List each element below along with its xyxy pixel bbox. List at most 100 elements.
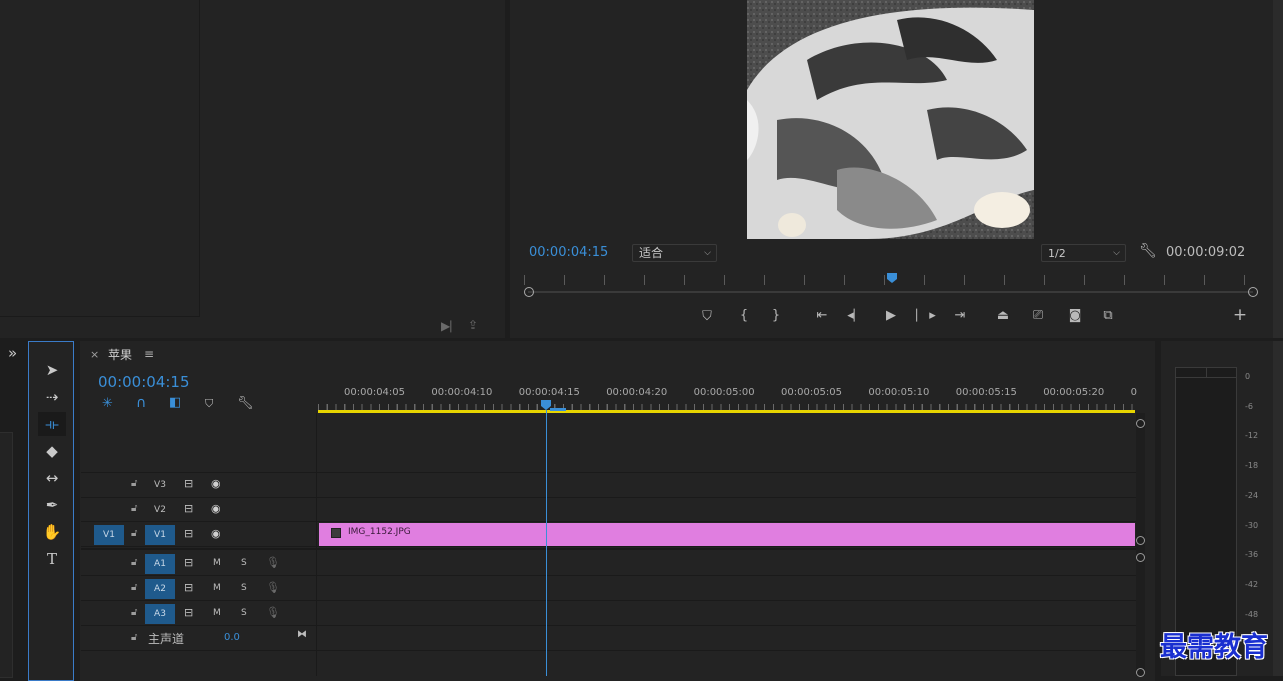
playhead-line[interactable] [546,410,547,676]
chevron-down-icon: ⌵ [1113,248,1120,258]
meter-tick-label: -18 [1245,461,1259,471]
mute-button[interactable]: M [213,583,221,593]
eye-icon[interactable]: ◉ [211,527,221,540]
track-select-tool[interactable]: ⇢ [38,385,66,409]
lock-icon[interactable]: 🔓︎ [131,607,137,618]
mark-out-icon[interactable]: } [768,307,784,325]
solo-button[interactable]: S [241,583,247,593]
go-to-in-icon[interactable]: ⇤ [812,307,832,325]
sync-lock-icon[interactable]: ⊟ [184,502,193,515]
timeline-timecode[interactable]: 00:00:04:15 [98,373,190,391]
ruler-label: 00:00:05:05 [781,387,843,398]
lock-icon[interactable]: 🔓︎ [131,582,137,593]
go-to-end-icon[interactable]: ⧓ [297,629,307,640]
mute-button[interactable]: M [213,558,221,568]
ruler-label: 00:00:05:15 [955,387,1017,398]
meter-divider [1206,367,1207,377]
microphone-icon[interactable]: 🎙︎ [266,606,280,619]
mute-button[interactable]: M [213,608,221,618]
panel-menu-icon[interactable]: ≡ [144,347,154,361]
track-row-a2 [81,576,1136,601]
clip-name: IMG_1152.JPG [348,527,411,537]
step-back-icon[interactable]: ◂⎸ [847,307,867,325]
track-label-a1[interactable]: A1 [145,554,175,574]
vscroll-mid-handle[interactable] [1136,536,1145,545]
add-marker-icon[interactable]: ⛉ [205,397,213,411]
export-icon[interactable]: ⇪ [468,318,478,332]
resolution-value: 1/2 [1048,247,1066,260]
source-patch-v1[interactable]: V1 [94,525,124,545]
timeline-clip[interactable]: IMG_1152.JPG [319,523,1135,546]
linked-selection-icon[interactable]: ◧ [169,395,181,410]
program-duration: 00:00:09:02 [1166,245,1246,260]
eye-icon[interactable]: ◉ [211,502,221,515]
scroll-start-handle[interactable] [524,287,534,297]
hand-tool[interactable]: ✋ [38,520,66,544]
program-timecode[interactable]: 00:00:04:15 [529,245,608,260]
track-label-v3[interactable]: V3 [145,475,175,495]
meter-tick-label: -30 [1245,520,1259,530]
meter-tick-label: 0 [1245,372,1251,381]
vscroll-top-handle[interactable] [1136,419,1145,428]
scroll-end-handle[interactable] [1248,287,1258,297]
settings-wrench-icon[interactable]: 🔧︎ [1139,243,1157,259]
eye-icon[interactable]: ◉ [211,477,221,490]
add-marker-icon[interactable]: ⛉ [698,308,716,326]
resolution-dropdown[interactable]: 1/2 ⌵ [1041,244,1126,262]
lock-icon[interactable]: 🔓︎ [131,528,137,539]
ruler-label: 00:00:05:10 [868,387,930,398]
compare-icon[interactable]: ⧉ [1097,307,1119,325]
sequence-tab[interactable]: 苹果 [108,346,132,363]
sync-lock-icon[interactable]: ⊟ [184,527,193,540]
export-frame-icon[interactable]: ◙ [1065,307,1085,325]
track-label-a3[interactable]: A3 [145,604,175,624]
track-row-a3 [81,601,1136,626]
insert-icon[interactable]: ▶⎸ [441,319,462,334]
zoom-dropdown[interactable]: 适合 ⌵ [632,244,717,262]
lock-icon[interactable]: 🔓︎ [131,632,137,643]
lock-icon[interactable]: 🔓︎ [131,503,137,514]
solo-button[interactable]: S [241,558,247,568]
pen-tool[interactable]: ✒ [38,493,66,517]
type-tool[interactable]: T [38,547,66,571]
left-stub-panel [0,432,13,678]
ruler-label: 00:00:04:10 [431,387,493,398]
lock-icon[interactable]: 🔓︎ [131,478,137,489]
source-panel: ▶⎸ ⇪ [0,0,505,338]
track-label-a2[interactable]: A2 [145,579,175,599]
sync-lock-icon[interactable]: ⊟ [184,477,193,490]
playhead-shadow [550,408,566,411]
meter-tick-label: -6 [1245,401,1253,411]
selection-tool[interactable]: ➤ [38,358,66,382]
razor-tool[interactable]: ◆ [38,439,66,463]
track-label-v2[interactable]: V2 [145,500,175,520]
microphone-icon[interactable]: 🎙︎ [266,556,280,569]
timeline-settings-icon[interactable]: 🔧︎ [237,396,254,411]
extract-icon[interactable]: ⎚ [1027,307,1049,325]
source-monitor-area [0,0,200,317]
program-scroll-track[interactable] [528,291,1253,293]
vscroll-mid-handle-2[interactable] [1136,553,1145,562]
work-area-bar[interactable] [318,410,1135,413]
add-button-icon[interactable]: + [1231,306,1249,324]
sync-lock-icon[interactable]: ⊟ [184,556,193,569]
solo-button[interactable]: S [241,608,247,618]
microphone-icon[interactable]: 🎙︎ [266,581,280,594]
lock-icon[interactable]: 🔓︎ [131,557,137,568]
video-preview-frame [747,0,1034,239]
mark-in-icon[interactable]: { [736,307,752,325]
step-forward-icon[interactable]: ⎸▸ [915,307,937,325]
lift-icon[interactable]: ⏏ [992,307,1014,325]
track-label-v1[interactable]: V1 [145,525,175,545]
play-icon[interactable]: ▶ [881,307,901,325]
expand-panels-button[interactable]: » [8,344,17,362]
go-to-out-icon[interactable]: ⇥ [950,307,970,325]
nest-icon[interactable]: ✳ [102,396,113,411]
close-sequence-button[interactable]: × [90,348,99,361]
ripple-edit-tool[interactable]: ⟛ [38,412,66,436]
master-volume-value[interactable]: 0.0 [224,632,240,643]
snap-icon[interactable]: ∩ [136,395,146,411]
sync-lock-icon[interactable]: ⊟ [184,606,193,619]
slip-tool[interactable]: ↔ [38,466,66,490]
sync-lock-icon[interactable]: ⊟ [184,581,193,594]
